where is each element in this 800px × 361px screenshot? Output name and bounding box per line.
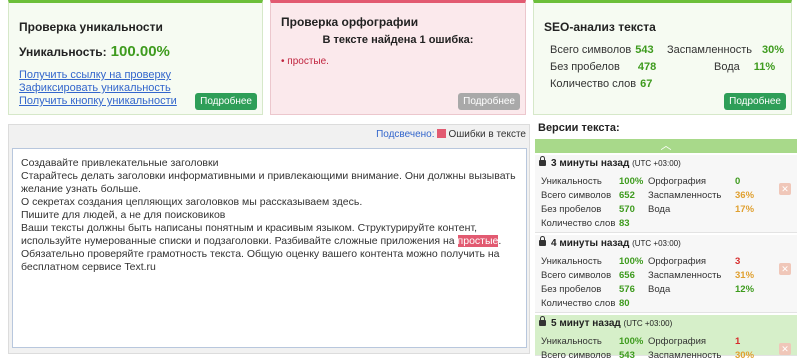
seo-words-label: Количество слов xyxy=(550,78,637,90)
uniqueness-title: Проверка уникальности xyxy=(19,20,163,34)
version-spelling-label: Орфография xyxy=(648,176,707,187)
seo-nospace-value: 478 xyxy=(637,61,657,73)
version-water-value: 17% xyxy=(735,204,755,215)
version-spelling-value: 3 xyxy=(735,256,741,267)
spelling-found-text: В тексте найдена 1 ошибка: xyxy=(322,34,474,46)
version-time: 4 минуты назад xyxy=(551,238,630,249)
seo-words-value: 67 xyxy=(640,78,653,90)
seo-total-row: Всего символов 543 xyxy=(550,44,654,56)
versions-title: Версии текста: xyxy=(538,122,620,134)
version-nospace-value: 576 xyxy=(619,284,635,295)
lock-icon xyxy=(539,156,546,166)
legend-text: Ошибки в тексте xyxy=(448,129,527,140)
versions-panel: Версии текста: ︿ 3 минуты назад (UTC +03… xyxy=(535,119,797,361)
version-time: 5 минут назад xyxy=(551,318,621,329)
version-item[interactable]: 3 минуты назад (UTC +03:00) Уникальность… xyxy=(535,155,797,233)
version-total-value: 656 xyxy=(619,270,635,281)
error-color-swatch xyxy=(436,129,446,138)
seo-water-value: 11% xyxy=(753,61,776,73)
version-tz: (UTC +03:00) xyxy=(632,239,681,248)
legend-label: Подсвечено: xyxy=(376,129,435,140)
delete-version-icon[interactable]: ✕ xyxy=(779,183,791,195)
uniqueness-label: Уникальность: xyxy=(19,45,107,59)
editor-line-4: Пишите для людей, а не для поисковиков xyxy=(21,209,226,221)
text-editor-area: Подсвечено: Ошибки в тексте Создавайте пр… xyxy=(8,124,530,354)
version-spam-value: 36% xyxy=(735,190,755,201)
version-time: 3 минуты назад xyxy=(551,158,630,169)
seo-nospace-row: Без пробелов 478 xyxy=(550,61,656,73)
version-spelling-value: 0 xyxy=(735,176,741,187)
version-spam-label: Заспамленность xyxy=(648,190,722,201)
seo-panel: SEO-анализ текста Всего символов 543 Без … xyxy=(533,0,792,115)
seo-nospace-label: Без пробелов xyxy=(550,61,620,73)
version-spelling-value: 1 xyxy=(735,336,741,347)
version-item[interactable]: 4 минуты назад (UTC +03:00) Уникальность… xyxy=(535,235,797,313)
version-spelling-label: Орфография xyxy=(648,336,707,347)
delete-version-icon[interactable]: ✕ xyxy=(779,263,791,275)
version-header: 3 минуты назад (UTC +03:00) xyxy=(539,156,681,169)
seo-title: SEO-анализ текста xyxy=(544,20,656,34)
version-words-label: Количество слов xyxy=(541,298,616,309)
version-water-label: Вода xyxy=(648,284,671,295)
version-header: 5 минут назад (UTC +03:00) xyxy=(539,316,673,329)
version-total-value: 652 xyxy=(619,190,635,201)
version-nospace-label: Без пробелов xyxy=(541,204,602,215)
spelling-details-button[interactable]: Подробнее xyxy=(458,93,520,110)
version-water-value: 12% xyxy=(735,284,755,295)
version-spelling-label: Орфография xyxy=(648,256,707,267)
fix-uniqueness-link[interactable]: Зафиксировать уникальность xyxy=(19,82,177,95)
version-uniq-value: 100% xyxy=(619,256,644,267)
editor-line-5-text: Ваши тексты должны быть написаны понятны… xyxy=(21,222,478,247)
version-nospace-label: Без пробелов xyxy=(541,284,602,295)
get-link-link[interactable]: Получить ссылку на проверку xyxy=(19,69,177,82)
editor-line-2: Старайтесь делать заголовки информативны… xyxy=(21,170,516,195)
version-total-label: Всего символов xyxy=(541,190,612,201)
uniqueness-details-button[interactable]: Подробнее xyxy=(195,93,257,110)
version-words-value: 80 xyxy=(619,298,630,309)
version-tz: (UTC +03:00) xyxy=(632,159,681,168)
seo-spam-label: Заспамленность xyxy=(667,44,752,56)
version-total-label: Всего символов xyxy=(541,270,612,281)
version-water-label: Вода xyxy=(648,204,671,215)
seo-details-button[interactable]: Подробнее xyxy=(724,93,786,110)
version-words-label: Количество слов xyxy=(541,218,616,229)
spelling-panel: Проверка орфографии В тексте найдена 1 о… xyxy=(270,0,526,115)
version-header: 4 минуты назад (UTC +03:00) xyxy=(539,236,681,249)
editor-line-1: Создавайте привлекательные заголовки xyxy=(21,157,219,169)
seo-total-label: Всего символов xyxy=(550,44,632,56)
editor-line-5: Ваши тексты должны быть написаны понятны… xyxy=(21,222,518,274)
delete-version-icon[interactable]: ✕ xyxy=(779,343,791,355)
lock-icon xyxy=(539,316,546,326)
seo-total-value: 543 xyxy=(635,44,654,56)
spelling-title: Проверка орфографии xyxy=(281,15,419,29)
get-button-link[interactable]: Получить кнопку уникальности xyxy=(19,95,177,108)
seo-water-row: Вода 11% xyxy=(714,61,775,73)
uniqueness-links: Получить ссылку на проверку Зафиксироват… xyxy=(19,69,177,108)
text-editor[interactable]: Создавайте привлекательные заголовки Ста… xyxy=(12,148,527,348)
version-uniq-label: Уникальность xyxy=(541,176,602,187)
editor-line-3: О секретах создания цепляющих заголовков… xyxy=(21,196,363,208)
seo-spam-row: Заспамленность 30% xyxy=(667,44,784,56)
highlight-legend: Подсвечено: Ошибки в тексте xyxy=(376,129,526,140)
version-uniq-label: Уникальность xyxy=(541,256,602,267)
version-spam-value: 31% xyxy=(735,270,755,281)
spelling-error-item[interactable]: простые. xyxy=(281,56,329,67)
version-spam-label: Заспамленность xyxy=(648,270,722,281)
highlighted-error-word[interactable]: простые xyxy=(457,235,499,247)
version-tz: (UTC +03:00) xyxy=(623,319,673,328)
lock-icon xyxy=(539,236,546,246)
version-uniq-value: 100% xyxy=(619,176,644,187)
uniqueness-row: Уникальность: 100.00% xyxy=(19,43,170,60)
seo-words-row: Количество слов 67 xyxy=(550,78,652,90)
uniqueness-value: 100.00% xyxy=(110,43,170,60)
version-nospace-value: 570 xyxy=(619,204,635,215)
seo-water-label: Вода xyxy=(714,61,740,73)
version-uniq-value: 100% xyxy=(619,336,644,347)
version-uniq-label: Уникальность xyxy=(541,336,602,347)
seo-spam-value: 30% xyxy=(761,44,785,56)
uniqueness-panel: Проверка уникальности Уникальность: 100.0… xyxy=(8,0,263,115)
version-item-active[interactable]: 5 минут назад (UTC +03:00) Уникальность … xyxy=(535,315,797,361)
scroll-up-arrow-icon[interactable]: ︿ xyxy=(535,139,797,153)
version-words-value: 83 xyxy=(619,218,630,229)
